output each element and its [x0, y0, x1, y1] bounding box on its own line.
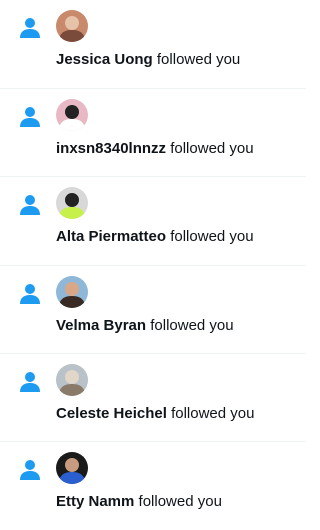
notification-text: Jessica Uong followed you — [56, 50, 240, 70]
notification-item[interactable]: Celeste Heichel followed you — [0, 354, 306, 443]
notification-item[interactable]: Etty Namm followed you — [0, 442, 306, 530]
action-label: followed you — [170, 140, 254, 157]
action-label: followed you — [156, 51, 241, 68]
action-label: followed you — [171, 404, 255, 422]
person-icon — [18, 105, 42, 129]
person-icon — [18, 16, 42, 40]
avatar[interactable] — [56, 10, 88, 42]
notification-item[interactable]: Velma Byran followed you — [0, 266, 306, 354]
user-name-link[interactable]: Alta Piermatteo — [56, 228, 166, 245]
notification-text: Alta Piermatteo followed you — [56, 227, 254, 247]
notifications-list: Jessica Uong followed you inxsn8340lnnzz … — [0, 0, 306, 530]
user-name-link[interactable]: Jessica Uong — [56, 51, 153, 68]
notification-item[interactable]: inxsn8340lnnzz followed you — [0, 89, 306, 178]
notification-text: Etty Namm followed you — [56, 492, 222, 512]
notification-text: inxsn8340lnnzz followed you — [56, 139, 254, 159]
user-name-link[interactable]: Celeste Heichel — [56, 405, 167, 422]
notification-item[interactable]: Alta Piermatteo followed you — [0, 177, 306, 266]
avatar[interactable] — [56, 99, 88, 131]
user-name-link[interactable]: Etty Namm — [56, 493, 134, 510]
avatar[interactable] — [56, 187, 88, 220]
action-label: followed you — [170, 228, 254, 246]
person-icon — [18, 370, 42, 394]
user-name-link[interactable]: Velma Byran — [56, 317, 146, 334]
action-label: followed you — [138, 493, 222, 511]
person-icon — [18, 193, 42, 217]
notification-text: Celeste Heichel followed you — [56, 404, 254, 424]
avatar[interactable] — [56, 452, 88, 485]
user-name-link[interactable]: inxsn8340lnnzz — [56, 140, 166, 157]
person-icon — [18, 282, 42, 306]
avatar[interactable] — [56, 275, 88, 308]
action-label: followed you — [150, 316, 234, 334]
person-icon — [18, 458, 42, 482]
notification-text: Velma Byran followed you — [56, 316, 234, 336]
notification-item[interactable]: Jessica Uong followed you — [0, 0, 306, 89]
avatar[interactable] — [56, 363, 88, 396]
